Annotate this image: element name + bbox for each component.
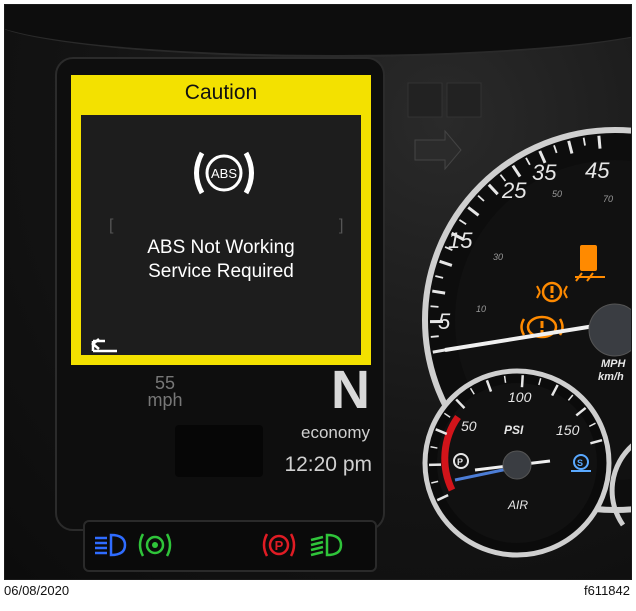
air-unit-psi: PSI bbox=[504, 423, 524, 437]
caution-screen: Caution [ ] ABS ABS Not Working Service … bbox=[71, 75, 371, 365]
speedo-label-35: 35 bbox=[532, 160, 557, 185]
speedo-minor-30: 30 bbox=[493, 252, 503, 262]
message-line-1: ABS Not Working bbox=[147, 237, 295, 258]
footer-date: 06/08/2020 bbox=[4, 583, 70, 598]
speedo-ticks-tick bbox=[430, 305, 439, 308]
svg-text:P: P bbox=[457, 457, 463, 467]
speedo-ticks-tick bbox=[430, 335, 439, 338]
speed-unit: mph bbox=[147, 390, 183, 410]
low-beam-icon bbox=[310, 533, 343, 557]
air-label-150: 150 bbox=[556, 422, 580, 438]
caution-title: Caution bbox=[184, 81, 258, 104]
air-gauge-hub bbox=[502, 450, 532, 480]
air-ticks-tick bbox=[503, 375, 507, 383]
air-label-100: 100 bbox=[508, 389, 532, 405]
bracket-right: ] bbox=[339, 217, 344, 234]
brake-green-icon bbox=[138, 533, 172, 557]
blank-indicator-2 bbox=[446, 82, 482, 118]
air-ticks-tick bbox=[520, 375, 525, 388]
svg-text:ABS: ABS bbox=[211, 166, 237, 181]
speed-unit-kmh: km/h bbox=[598, 371, 624, 383]
speedo-ticks-tick bbox=[432, 289, 446, 295]
headlight-icon bbox=[95, 533, 127, 557]
message-line-2: Service Required bbox=[148, 261, 294, 282]
speedo-label-15: 15 bbox=[448, 228, 473, 253]
svg-text:P: P bbox=[275, 538, 284, 553]
speedo-ticks-tick bbox=[597, 135, 602, 149]
air-label-50: 50 bbox=[461, 418, 477, 434]
caution-message-area: [ ] ABS ABS Not Working Service Required bbox=[81, 115, 361, 355]
gear-indicator: N bbox=[331, 360, 370, 420]
back-arrow-icon[interactable] bbox=[91, 337, 119, 355]
speedo-minor-50: 50 bbox=[552, 189, 562, 199]
bracket-left: [ bbox=[109, 217, 114, 234]
turn-signal-icon bbox=[414, 129, 462, 171]
footer-figure-id: f611842 bbox=[583, 583, 630, 598]
speedo-minor-10: 10 bbox=[476, 304, 486, 314]
blank-display-area bbox=[175, 425, 263, 477]
clock: 12:20 pm bbox=[284, 453, 372, 476]
abs-warning-icon: ABS bbox=[194, 151, 254, 195]
speedo-label-25: 25 bbox=[501, 178, 527, 203]
svg-text:S: S bbox=[577, 458, 583, 468]
parking-brake-icon: P bbox=[262, 533, 296, 557]
speed-unit-mph: MPH bbox=[601, 358, 627, 370]
blank-indicator-1 bbox=[407, 82, 443, 118]
drive-mode: economy bbox=[301, 423, 370, 442]
air-gauge-label: AIR bbox=[507, 498, 528, 512]
dashboard-frame: 5 15 25 35 45 10 30 50 70 MPH km/h 50 10… bbox=[4, 4, 632, 580]
speedo-label-5: 5 bbox=[438, 309, 451, 334]
speedo-minor-70: 70 bbox=[603, 194, 613, 204]
speedo-label-45: 45 bbox=[585, 158, 610, 183]
indicator-bar: P bbox=[83, 520, 377, 572]
speed-readout: 55 mph bbox=[135, 374, 195, 410]
